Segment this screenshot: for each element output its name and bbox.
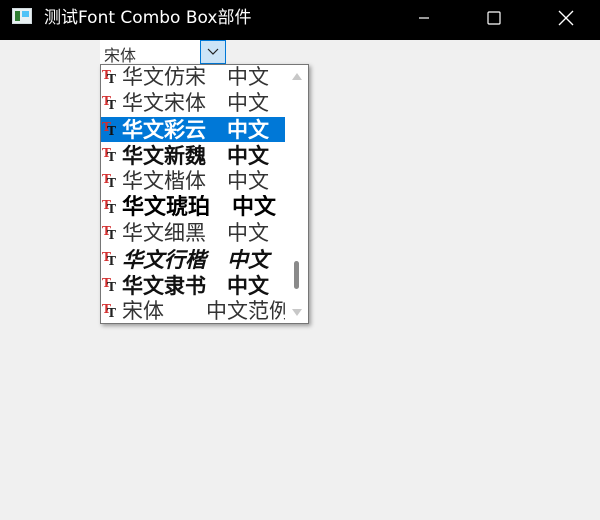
scroll-up-arrow-icon[interactable] bbox=[291, 71, 303, 81]
font-item-label: 华文彩云 中文 bbox=[122, 117, 269, 142]
font-list-item[interactable]: T T 华文仿宋 中文 bbox=[101, 65, 285, 90]
title-bar: 测试Font Combo Box部件 bbox=[0, 0, 600, 40]
truetype-font-icon: TT bbox=[102, 67, 116, 86]
font-list-item[interactable]: T T 华文彩云 中文 bbox=[101, 117, 285, 142]
font-item-label: 华文隶书 中文 bbox=[122, 273, 269, 298]
font-list-item[interactable]: T T 华文细黑 中文 bbox=[101, 221, 285, 246]
vertical-scrollbar[interactable] bbox=[285, 65, 308, 323]
window-title: 测试Font Combo Box部件 bbox=[44, 8, 252, 28]
maximize-icon bbox=[487, 11, 501, 25]
font-list-item[interactable]: T T 华文楷体 中文 bbox=[101, 169, 285, 194]
truetype-font-icon: TT bbox=[102, 171, 116, 190]
chevron-down-icon bbox=[207, 48, 219, 55]
app-icon bbox=[12, 8, 32, 24]
truetype-font-icon: TT bbox=[102, 197, 116, 216]
scroll-thumb[interactable] bbox=[294, 261, 299, 289]
truetype-font-icon: TT bbox=[102, 93, 116, 112]
minimize-button[interactable] bbox=[400, 0, 448, 36]
combo-dropdown-button[interactable] bbox=[200, 40, 226, 64]
font-item-label: 宋体 中文范例 bbox=[122, 299, 285, 323]
font-item-label: 华文宋体 中文 bbox=[122, 91, 269, 115]
font-dropdown-list[interactable]: T T 华文仿宋 中文 T T 华文宋体 中文 T T 华文彩云 中文 T T 华文新魏 中文 T T 华文… bbox=[100, 64, 309, 324]
close-button[interactable] bbox=[542, 0, 590, 36]
truetype-font-icon: TT bbox=[102, 119, 116, 138]
scroll-down-arrow-icon[interactable] bbox=[291, 307, 303, 317]
font-item-label: 华文行楷 中文 bbox=[122, 247, 269, 272]
combo-value: 宋体 bbox=[104, 46, 137, 65]
truetype-font-icon: TT bbox=[102, 249, 116, 268]
truetype-font-icon: TT bbox=[102, 223, 116, 242]
font-list-item[interactable]: T T 华文行楷 中文 bbox=[101, 247, 285, 272]
font-item-label: 华文楷体 中文 bbox=[122, 169, 269, 193]
font-list-item[interactable]: T T 宋体 中文范例 bbox=[101, 299, 285, 323]
truetype-font-icon: TT bbox=[102, 145, 116, 164]
font-list-item[interactable]: T T 华文新魏 中文 bbox=[101, 143, 285, 168]
font-item-label: 华文琥珀 中文 bbox=[122, 195, 277, 220]
font-item-label: 华文新魏 中文 bbox=[122, 143, 269, 168]
font-item-label: 华文细黑 中文 bbox=[122, 221, 269, 245]
truetype-font-icon: TT bbox=[102, 275, 116, 294]
font-item-label: 华文仿宋 中文 bbox=[122, 65, 269, 89]
font-list: T T 华文仿宋 中文 T T 华文宋体 中文 T T 华文彩云 中文 T T 华文新魏 中文 T T 华文… bbox=[101, 65, 285, 323]
close-icon bbox=[558, 10, 574, 26]
minimize-icon bbox=[419, 17, 429, 19]
font-list-item[interactable]: T T 华文宋体 中文 bbox=[101, 91, 285, 116]
truetype-font-icon: TT bbox=[102, 301, 116, 320]
font-list-item[interactable]: T T 华文隶书 中文 bbox=[101, 273, 285, 298]
font-list-item[interactable]: T T 华文琥珀 中文 bbox=[101, 195, 285, 220]
maximize-button[interactable] bbox=[470, 0, 518, 36]
